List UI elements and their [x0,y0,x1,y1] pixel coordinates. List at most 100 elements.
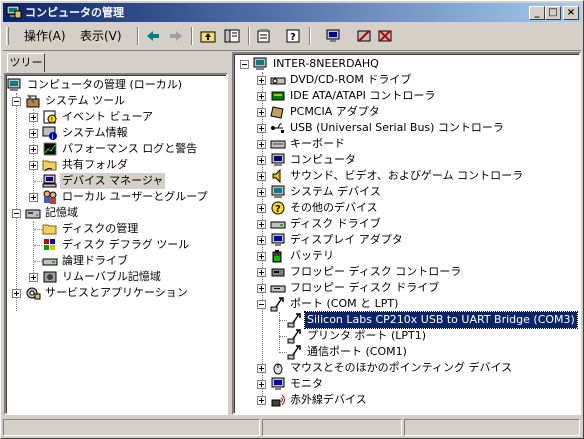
tree-item-device-manager[interactable]: デバイス マネージャ [6,173,226,189]
expand-icon[interactable] [257,108,266,117]
tree-item-root[interactable]: コンピュータの管理 (ローカル) [6,77,226,93]
disk-drive-icon [270,216,286,232]
expand-icon[interactable] [257,396,266,405]
expand-icon[interactable] [257,140,266,149]
services-icon [25,285,41,301]
tree-item-services-apps[interactable]: サービスとアプリケーション [6,285,226,301]
expand-icon[interactable] [257,236,266,245]
tree-item-local-users[interactable]: ローカル ユーザーとグループ [6,189,226,205]
expand-icon[interactable] [257,204,266,213]
show-hide-tree-button[interactable] [222,27,242,45]
disable-button[interactable] [375,27,395,45]
expand-icon[interactable] [257,268,266,277]
device-category-1[interactable]: IDE ATA/ATAPI コントローラ [234,88,579,104]
pcmcia-adapter-icon [270,104,286,120]
scan-hardware-button[interactable] [323,27,343,45]
device-category-after-2[interactable]: 赤外線デバイス [234,392,579,408]
tree-item-storage[interactable]: 記憶域 [6,205,226,221]
port-device-1[interactable]: プリンタ ポート (LPT1) [234,328,579,344]
expand-icon[interactable] [29,129,38,138]
device-category-3[interactable]: USB (Universal Serial Bus) コントローラ [234,120,579,136]
device-tree[interactable]: INTER-8NEERDAHQ DVD/CD-ROM ドライブ IDE ATA/A… [232,52,581,415]
properties-button[interactable] [254,27,274,45]
port-device-2[interactable]: 通信ポート (COM1) [234,344,579,360]
expand-icon[interactable] [257,364,266,373]
battery-icon [270,248,286,264]
expand-icon[interactable] [29,161,38,170]
toolbar-separator [137,27,139,45]
collapse-icon[interactable] [257,300,266,309]
tree-item-removable-storage[interactable]: リムーバブル記憶域 [6,269,226,285]
expand-icon[interactable] [29,145,38,154]
close-button[interactable]: × [563,6,579,20]
uninstall-button[interactable] [354,27,374,45]
tree-item-system-tools[interactable]: システム ツール [6,93,226,109]
device-category-13[interactable]: フロッピー ディスク ドライブ [234,280,579,296]
device-category-5[interactable]: コンピュータ [234,152,579,168]
status-pane-1 [3,419,260,436]
uninstall-icon [357,30,371,42]
back-button[interactable] [143,27,163,45]
computer-icon [270,152,286,168]
expand-icon[interactable] [29,193,38,202]
expand-icon[interactable] [29,113,38,122]
device-category-11[interactable]: バッテリ [234,248,579,264]
minimize-button[interactable]: _ [529,6,545,20]
tree-item-disk-management[interactable]: ディスクの管理 [6,221,226,237]
toolbar-grip[interactable] [6,27,9,45]
tab-tree[interactable]: ツリー [7,53,45,72]
tree-label: フロッピー ディスク コントローラ [290,265,462,278]
menu-view[interactable]: 表示(V) [77,28,125,44]
help-button[interactable]: ? [283,27,303,45]
tree-label: 通信ポート (COM1) [307,345,407,358]
tree-label: マウスとそのほかのポインティング デバイス [290,361,513,374]
device-category-8[interactable]: ? その他のデバイス [234,200,579,216]
expand-icon[interactable] [257,76,266,85]
status-pane-2 [262,419,402,436]
expand-icon[interactable] [12,289,21,298]
tree-item-performance-logs[interactable]: パフォーマンス ログと警告 [6,141,226,157]
tree-item-logical-drives[interactable]: 論理ドライブ [6,253,226,269]
floppy-controller-icon [270,264,286,280]
device-category-6[interactable]: サウンド、ビデオ、およびゲーム コントローラ [234,168,579,184]
device-category-2[interactable]: PCMCIA アダプタ [234,104,579,120]
collapse-icon[interactable] [12,97,21,106]
device-category-10[interactable]: ディスプレイ アダプタ [234,232,579,248]
tree-item-shared-folders[interactable]: 共有フォルダ [6,157,226,173]
expand-icon[interactable] [257,284,266,293]
up-button[interactable] [198,27,218,45]
tree-label: ディスク ドライブ [290,217,381,230]
console-tree[interactable]: コンピュータの管理 (ローカル) システム ツール ! イベント ビューア i … [4,73,228,415]
device-category-7[interactable]: システム デバイス [234,184,579,200]
expand-icon[interactable] [257,92,266,101]
device-category-12[interactable]: フロッピー ディスク コントローラ [234,264,579,280]
forward-button[interactable] [166,27,186,45]
toolbar-separator [191,27,193,45]
device-category-after-0[interactable]: マウスとそのほかのポインティング デバイス [234,360,579,376]
expand-icon[interactable] [257,252,266,261]
menu-action[interactable]: 操作(A) [21,28,69,44]
expand-icon[interactable] [257,380,266,389]
device-category-0[interactable]: DVD/CD-ROM ドライブ [234,72,579,88]
maximize-button[interactable]: □ [545,6,561,20]
tree-item-computer-root[interactable]: INTER-8NEERDAHQ [234,56,574,72]
collapse-icon[interactable] [12,209,21,218]
tree-item-defrag[interactable]: ディスク デフラグ ツール [6,237,226,253]
title-bar[interactable]: コンピュータの管理 _ □ × [3,3,581,22]
tree-item-event-viewer[interactable]: ! イベント ビューア [6,109,226,125]
expand-icon[interactable] [257,188,266,197]
device-category-after-1[interactable]: モニタ [234,376,579,392]
tree-label: システム デバイス [290,185,381,198]
device-category-9[interactable]: ディスク ドライブ [234,216,579,232]
expand-icon[interactable] [257,124,266,133]
expand-icon[interactable] [257,220,266,229]
collapse-icon[interactable] [240,60,249,69]
port-device-0[interactable]: Silicon Labs CP210x USB to UART Bridge (… [234,311,579,329]
expand-icon[interactable] [257,156,266,165]
expand-icon[interactable] [257,172,266,181]
disable-icon [378,30,392,42]
tree-item-system-info[interactable]: i システム情報 [6,125,226,141]
device-category-4[interactable]: キーボード [234,136,579,152]
expand-icon[interactable] [29,273,38,282]
device-category-14[interactable]: ポート (COM と LPT) [234,296,579,312]
